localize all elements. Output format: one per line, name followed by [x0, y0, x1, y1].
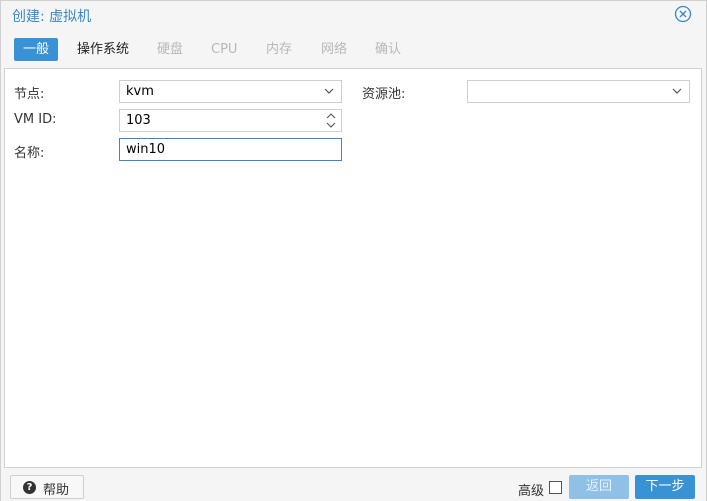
name-value: win10	[126, 142, 166, 157]
close-icon[interactable]	[674, 5, 692, 23]
tab-general[interactable]: 一般	[14, 38, 59, 61]
node-value: kvm	[126, 84, 154, 99]
tab-cpu: CPU	[211, 42, 238, 57]
advanced-label: 高级	[518, 484, 545, 499]
create-vm-dialog: 创建: 虚拟机 一般 操作系统 硬盘 CPU 内存 网络 确认 节点: kvm …	[0, 0, 707, 501]
tab-memory: 内存	[266, 42, 293, 57]
next-button[interactable]: 下一步	[635, 475, 695, 499]
node-label: 节点:	[14, 87, 45, 102]
general-panel: 节点: kvm 资源池: VM ID: 103 名称: win10	[4, 68, 702, 468]
advanced-checkbox[interactable]	[549, 481, 562, 494]
help-button-label: 帮助	[43, 483, 70, 498]
help-button[interactable]: ? 帮助	[10, 475, 84, 499]
tab-confirm: 确认	[375, 42, 402, 57]
name-input[interactable]: win10	[119, 138, 342, 161]
spinner-arrows-icon[interactable]	[326, 112, 336, 129]
tab-disk: 硬盘	[157, 42, 184, 57]
tab-os[interactable]: 操作系统	[68, 38, 138, 61]
node-select[interactable]: kvm	[119, 80, 342, 103]
chevron-down-icon	[324, 88, 334, 94]
vmid-spinner[interactable]: 103	[119, 109, 342, 132]
title-bar: 创建: 虚拟机	[1, 1, 706, 31]
pool-select[interactable]	[467, 80, 690, 103]
back-button: 返回	[569, 475, 629, 499]
name-label: 名称:	[14, 146, 45, 161]
tab-network: 网络	[321, 42, 348, 57]
vmid-value: 103	[126, 113, 151, 128]
chevron-down-icon	[672, 88, 682, 94]
vmid-label: VM ID:	[14, 112, 57, 127]
pool-label: 资源池:	[362, 87, 406, 102]
dialog-title: 创建: 虚拟机	[12, 9, 92, 25]
wizard-tabs: 一般 操作系统 硬盘 CPU 内存 网络 确认	[1, 31, 706, 67]
question-icon: ?	[23, 481, 36, 494]
dialog-footer: ? 帮助 高级 返回 下一步	[1, 468, 706, 501]
